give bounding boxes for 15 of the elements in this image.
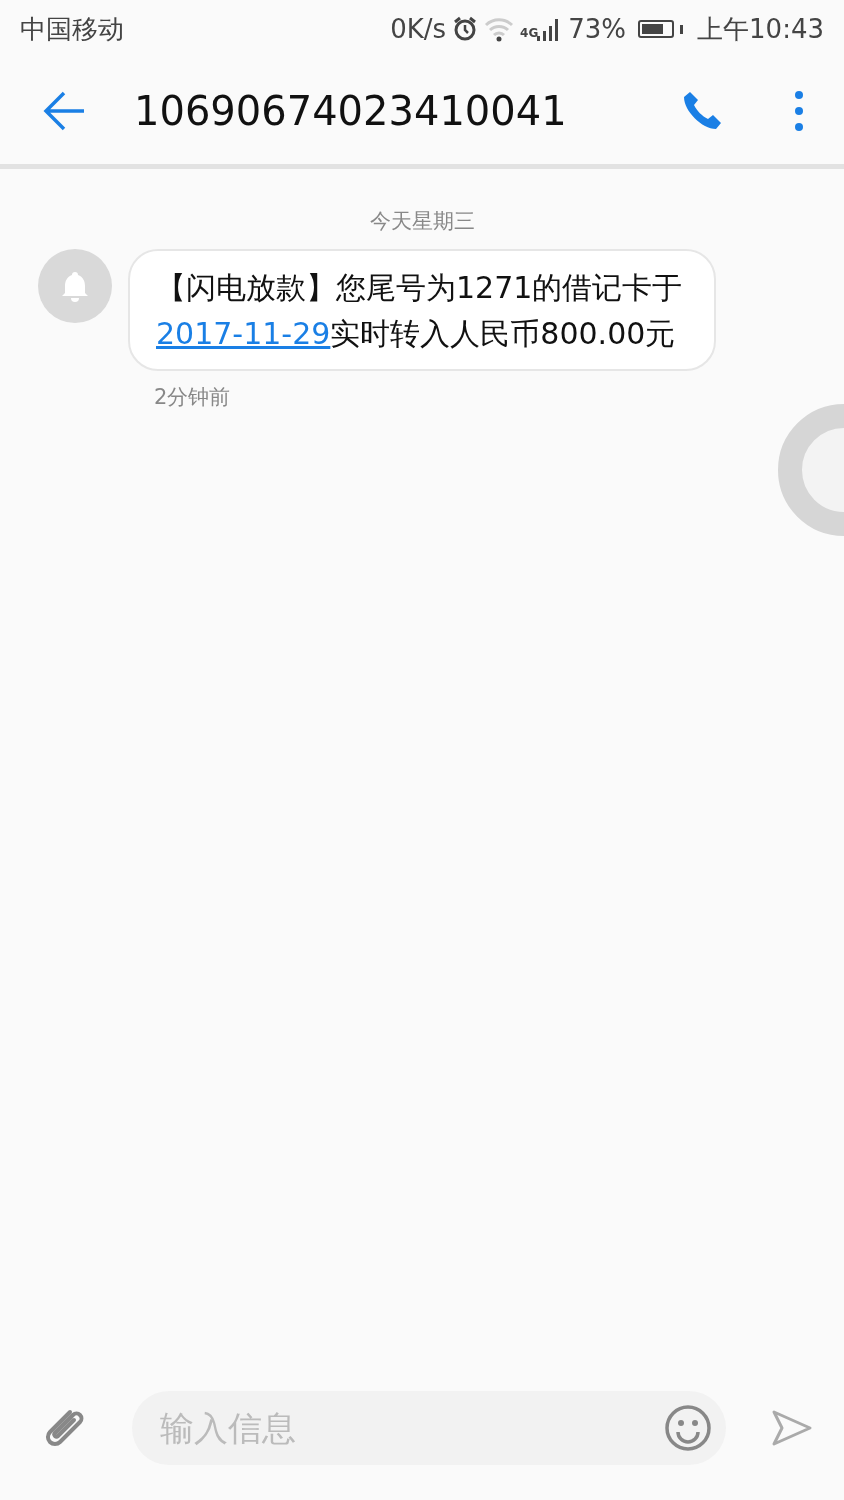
clock-time: 上午10:43 (697, 12, 824, 46)
battery-icon (638, 20, 675, 38)
more-options-icon[interactable] (794, 89, 804, 133)
contact-number: 10690674023410041 (134, 88, 568, 134)
smiley-icon[interactable] (664, 1404, 712, 1452)
message-time: 2分钟前 (154, 384, 232, 411)
date-link[interactable]: 2017-11-29 (156, 316, 331, 351)
message-text: 【闪电放款】您尾号为1271的借记卡于 2017-11-29实时转入人民币800.00元 (156, 269, 684, 353)
wifi-icon (484, 16, 515, 42)
network-speed: 0K/s (390, 14, 447, 44)
carrier-name: 中国移动 (20, 12, 124, 46)
date-label: 今天星期三 (368, 208, 476, 235)
battery-percent: 73% (568, 14, 627, 44)
network-type: 4G (520, 25, 539, 40)
alarm-clock-icon (452, 16, 479, 42)
